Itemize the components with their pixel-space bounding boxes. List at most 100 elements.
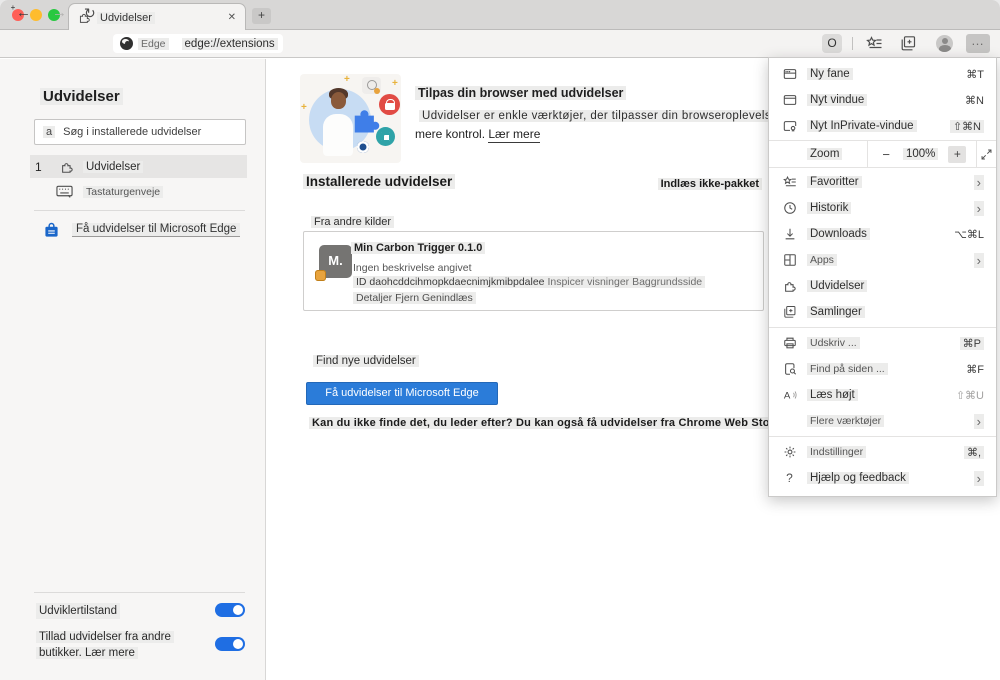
menu-item-collections[interactable]: Samlinger bbox=[769, 299, 996, 325]
reload-extension-button[interactable]: Genindlæs bbox=[422, 292, 473, 304]
warning-badge-icon bbox=[315, 270, 326, 281]
shortcut: ⌘F bbox=[966, 363, 984, 376]
menu-item-read-aloud[interactable]: A Læs højt ⇧⌘U bbox=[769, 382, 996, 408]
menu-item-apps[interactable]: Apps › bbox=[769, 247, 996, 273]
zoom-separator bbox=[867, 141, 868, 168]
new-tab-icon bbox=[781, 67, 798, 81]
edge-logo-icon bbox=[120, 37, 133, 50]
from-other-sources-label: Fra andre kilder bbox=[311, 216, 394, 228]
toolbar-separator bbox=[852, 37, 853, 50]
allow-other-stores-label: Tillad udvidelser fra andre butikker. Læ… bbox=[36, 629, 174, 661]
menu-item-favorites[interactable]: Favoritter › bbox=[769, 169, 996, 195]
sparkle-icon: + bbox=[392, 78, 398, 89]
load-unpacked-button[interactable]: Indlæs ikke-pakket bbox=[658, 178, 762, 190]
get-extensions-link-row[interactable]: Få udvidelser til Microsoft Edge bbox=[44, 222, 240, 238]
url-text: edge://extensions bbox=[182, 38, 278, 50]
submenu-chevron-icon: › bbox=[974, 414, 984, 429]
hero-subtitle-line2: mere kontrol. Lær mere bbox=[415, 127, 540, 141]
forward-button[interactable]: → bbox=[52, 4, 67, 21]
extension-id-line: ID daohcddcihmopkdaecnimjkmibpdalee Insp… bbox=[353, 276, 705, 288]
back-button[interactable]: ← bbox=[16, 4, 31, 21]
minimize-window-button[interactable] bbox=[30, 9, 42, 21]
allow-other-stores-toggle[interactable] bbox=[215, 637, 245, 651]
background-page-link[interactable]: Baggrundsside bbox=[632, 276, 702, 288]
search-box[interactable]: a bbox=[34, 119, 246, 145]
pinned-extension-icon[interactable]: O bbox=[822, 34, 842, 53]
menu-item-help-and-feedback[interactable]: ? Hjælp og feedback › bbox=[769, 465, 996, 491]
sparkle-icon: + bbox=[344, 74, 350, 85]
favorites-icon bbox=[781, 175, 798, 189]
store-bag-icon bbox=[44, 222, 59, 238]
sidebar-item-udvidelser[interactable]: 1 Udvidelser bbox=[30, 155, 247, 178]
zoom-separator bbox=[976, 141, 977, 168]
menu-item-more-tools[interactable]: Flere værktøjer › bbox=[769, 408, 996, 434]
collections-icon[interactable] bbox=[900, 35, 917, 52]
tab-close-icon[interactable]: ✕ bbox=[228, 12, 236, 23]
fullscreen-icon[interactable] bbox=[980, 148, 993, 161]
svg-text:A: A bbox=[783, 391, 790, 402]
hero-subtitle-line1: Udvidelser er enkle værktøjer, der tilpa… bbox=[419, 110, 781, 122]
learn-more-link[interactable]: Lær mere bbox=[488, 127, 540, 143]
menu-item-new-inprivate-window[interactable]: Nyt InPrivate-vindue ⇧⌘N bbox=[769, 113, 996, 139]
extension-name: Min Carbon Trigger 0.1.0 bbox=[351, 242, 485, 254]
remove-button[interactable]: Fjern bbox=[395, 292, 419, 304]
menu-item-print[interactable]: Udskriv ... ⌘P bbox=[769, 330, 996, 356]
downloads-icon bbox=[781, 227, 798, 241]
find-new-extensions-heading: Find nye udvidelser bbox=[313, 355, 419, 367]
zoom-out-button[interactable]: − bbox=[882, 147, 890, 162]
zoom-label: Zoom bbox=[807, 148, 842, 160]
shortcut: ⌘N bbox=[965, 94, 984, 107]
shortcut: ⌘T bbox=[966, 68, 984, 81]
menu-item-new-window[interactable]: Nyt vindue ⌘N bbox=[769, 87, 996, 113]
keyboard-icon bbox=[56, 185, 73, 198]
search-icon: a bbox=[43, 126, 55, 138]
inprivate-window-icon bbox=[781, 119, 798, 133]
menu-separator bbox=[769, 327, 996, 328]
reload-button[interactable]: ↻ bbox=[84, 5, 96, 22]
sidebar-item-tastaturgenveje[interactable]: Tastaturgenveje bbox=[56, 185, 163, 198]
hero-title: Tilpas din browser med udvidelser bbox=[415, 86, 626, 100]
sparkle-icon: + bbox=[301, 102, 307, 113]
puzzle-icon bbox=[60, 160, 74, 174]
sidebar-title: Udvidelser bbox=[40, 88, 123, 105]
search-input[interactable] bbox=[63, 126, 237, 138]
extension-id: ID daohcddcihmopkdaecnimjkmibpdalee bbox=[356, 276, 545, 288]
get-extensions-link[interactable]: Få udvidelser til Microsoft Edge bbox=[72, 223, 240, 237]
get-extensions-button[interactable]: Få udvidelser til Microsoft Edge bbox=[306, 382, 498, 405]
inspect-views-label: Inspicer visninger bbox=[547, 276, 629, 288]
gear-icon bbox=[781, 445, 798, 459]
lock-icon bbox=[379, 94, 400, 115]
menu-item-history[interactable]: Historik › bbox=[769, 195, 996, 221]
calculator-icon bbox=[376, 127, 395, 146]
menu-item-settings[interactable]: Indstillinger ⌘, bbox=[769, 439, 996, 465]
settings-and-more-button[interactable]: … bbox=[966, 34, 990, 53]
menu-item-new-tab[interactable]: Ny fane ⌘T bbox=[769, 61, 996, 87]
developer-mode-toggle[interactable] bbox=[215, 603, 245, 617]
shortcut: ⌘P bbox=[960, 337, 984, 350]
favorites-list-icon[interactable] bbox=[866, 35, 883, 52]
sidebar-item-label: Udvidelser bbox=[83, 161, 143, 173]
submenu-chevron-icon: › bbox=[974, 201, 984, 216]
submenu-chevron-icon: › bbox=[974, 471, 984, 486]
address-bar[interactable]: Edge edge://extensions bbox=[113, 34, 283, 53]
details-button[interactable]: Detaljer bbox=[356, 292, 392, 304]
extension-card: M. Min Carbon Trigger 0.1.0 Ingen beskri… bbox=[303, 231, 764, 311]
extensions-sidebar: Udvidelser a 1 Udvidelser Tastaturgenvej… bbox=[0, 59, 266, 680]
chrome-web-store-note: Kan du ikke finde det, du leder efter? D… bbox=[309, 417, 784, 429]
menu-item-find-on-page[interactable]: Find på siden ... ⌘F bbox=[769, 356, 996, 382]
sidebar-divider bbox=[34, 592, 245, 593]
find-on-page-icon bbox=[781, 362, 798, 376]
selected-marker: 1 bbox=[35, 160, 53, 174]
sidebar-divider bbox=[34, 210, 245, 211]
developer-mode-row: Udviklertilstand bbox=[36, 603, 245, 619]
allow-other-stores-row: Tillad udvidelser fra andre butikker. Læ… bbox=[36, 629, 245, 661]
new-tab-button[interactable]: + bbox=[252, 8, 271, 24]
extension-actions: Detaljer Fjern Genindlæs bbox=[353, 292, 476, 304]
menu-item-extensions[interactable]: Udvidelser bbox=[769, 273, 996, 299]
site-label: Edge bbox=[138, 38, 169, 50]
menu-item-downloads[interactable]: Downloads ⌥⌘L bbox=[769, 221, 996, 247]
profile-avatar[interactable] bbox=[936, 35, 953, 52]
installed-extensions-heading: Installerede udvidelser bbox=[303, 174, 455, 189]
zoom-in-button[interactable]: + bbox=[948, 146, 966, 163]
shortcut: ⇧⌘U bbox=[956, 389, 984, 402]
